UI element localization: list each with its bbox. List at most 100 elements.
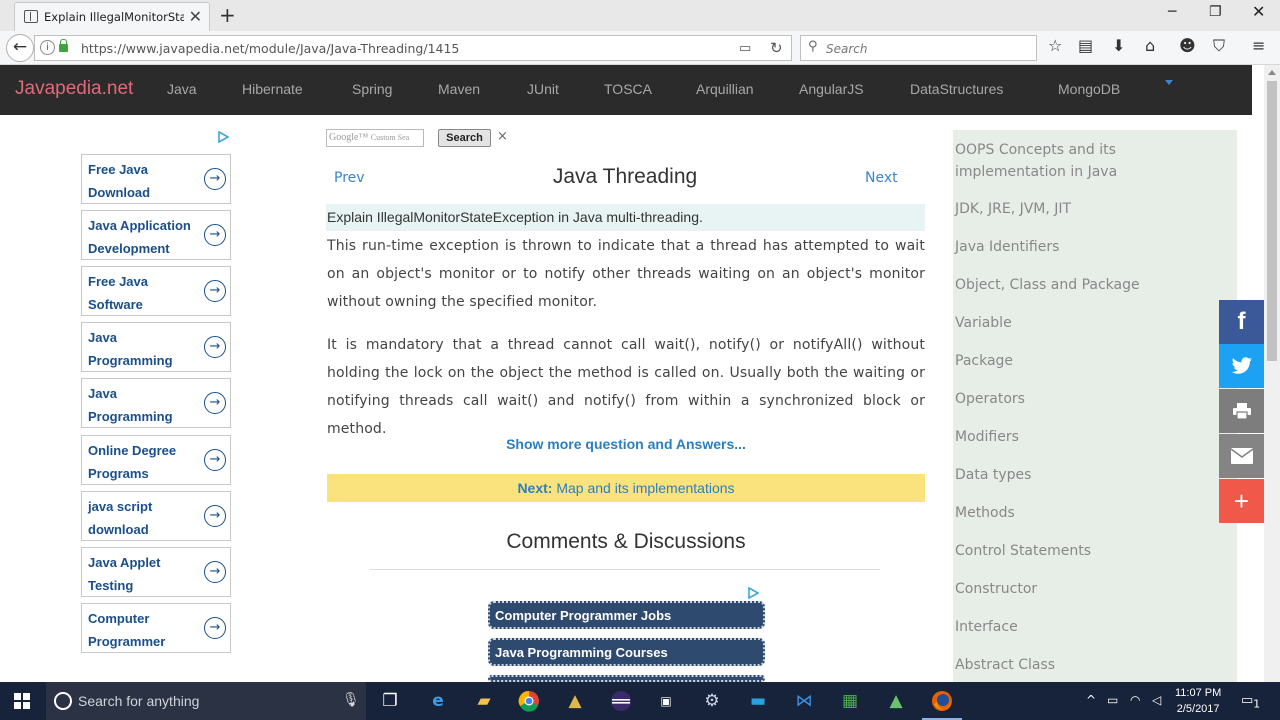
home-icon[interactable]: ⌂ (1145, 36, 1155, 55)
ad-link[interactable]: Online Degree Programs → (81, 435, 231, 485)
bottom-ad-link[interactable]: Java Programming Courses (488, 638, 765, 666)
battery-icon[interactable]: ▭ (1107, 693, 1118, 707)
close-window-button[interactable]: ✕ (1252, 2, 1265, 21)
bottom-ad-link[interactable]: Computer Programmer Jobs (488, 601, 765, 629)
task-view-icon[interactable]: ❐ (376, 687, 404, 715)
show-hidden-icons-icon[interactable]: ^ (1086, 693, 1096, 707)
terminal-icon[interactable]: ▣ (652, 687, 680, 715)
ad-link[interactable]: Java Programming → (81, 322, 231, 372)
reader-view-icon[interactable]: ▭ (739, 41, 751, 56)
ad-link[interactable]: Free Java Download → (81, 154, 231, 204)
minimize-button[interactable]: ─ (1168, 4, 1176, 20)
taskbar-search-box[interactable]: Search for anything 🎙 (46, 682, 366, 720)
twitter-share-button[interactable] (1219, 344, 1264, 388)
edge-icon[interactable]: e (424, 687, 452, 715)
nav-item-arquillian[interactable]: Arquillian (696, 81, 754, 97)
nav-item-mongodb[interactable]: MongoDB (1058, 81, 1120, 97)
next-topic-bar[interactable]: Next: Map and its implementations (327, 474, 925, 502)
chrome-icon[interactable] (515, 687, 543, 715)
next-topic-link[interactable]: Map and its implementations (556, 480, 734, 496)
sidebar-item[interactable]: Java Identifiers (955, 236, 1059, 258)
facebook-share-button[interactable]: f (1219, 300, 1264, 344)
arrow-right-icon: → (204, 449, 226, 471)
app-icon[interactable]: ▦ (836, 687, 864, 715)
sidebar-item[interactable]: Abstract Class (955, 654, 1055, 676)
nav-item-hibernate[interactable]: Hibernate (242, 81, 303, 97)
answer-paragraph: It is mandatory that a thread cannot cal… (327, 337, 925, 437)
more-share-button[interactable]: + (1219, 479, 1264, 523)
adchoices-icon[interactable] (217, 131, 229, 143)
app-icon[interactable]: ▲ (561, 687, 589, 715)
ad-link[interactable]: Java Programming → (81, 378, 231, 428)
sidebar-item[interactable]: Operators (955, 388, 1025, 410)
chat-app-icon[interactable]: ▬ (744, 687, 772, 715)
chat-icon[interactable]: ☻ (1179, 36, 1196, 55)
ad-link[interactable]: Java Application Development → (81, 210, 231, 260)
scroll-thumb[interactable] (1267, 81, 1277, 361)
sidebar-item[interactable]: Object, Class and Package (955, 274, 1140, 296)
taskbar-clock[interactable]: 11:07 PM 2/5/2017 (1175, 685, 1221, 717)
menu-icon[interactable]: ≡ (1252, 36, 1265, 55)
prev-link[interactable]: Prev (334, 170, 365, 186)
nav-item-datastructures[interactable]: DataStructures (910, 81, 1003, 97)
bottom-ad-link[interactable] (488, 675, 765, 682)
email-share-button[interactable] (1219, 434, 1264, 478)
start-button[interactable] (0, 682, 46, 720)
sidebar-item[interactable]: JDK, JRE, JVM, JIT (955, 198, 1071, 220)
notifications-icon[interactable]: ▭1 (1241, 693, 1260, 711)
ad-link[interactable]: java script download → (81, 491, 231, 541)
file-explorer-icon[interactable]: ▰ (470, 687, 498, 715)
url-text[interactable]: https://www.javapedia.net/module/Java/Ja… (81, 41, 459, 56)
sidebar-item[interactable]: Modifiers (955, 426, 1019, 448)
next-link[interactable]: Next (865, 170, 898, 186)
address-bar[interactable]: i https://www.javapedia.net/module/Java/… (34, 35, 792, 61)
nav-item-spring[interactable]: Spring (352, 81, 392, 97)
sidebar-item[interactable]: Package (955, 350, 1013, 372)
microphone-icon[interactable]: 🎙 (342, 692, 360, 708)
close-tab-icon[interactable]: ✕ (189, 7, 202, 26)
info-icon[interactable]: i (40, 40, 55, 55)
page-scrollbar[interactable] (1264, 65, 1280, 682)
volume-icon[interactable]: ◁ (1152, 693, 1161, 707)
sidebar-item[interactable]: OOPS Concepts and its implementation in … (955, 139, 1155, 183)
reload-icon[interactable]: ↻ (770, 39, 783, 57)
nav-item-tosca[interactable]: TOSCA (604, 81, 652, 97)
sidebar-item[interactable]: Data types (955, 464, 1031, 486)
show-more-link[interactable]: Show more question and Answers... (327, 436, 925, 452)
nav-dropdown-caret-icon[interactable] (1165, 80, 1173, 85)
sidebar-item[interactable]: Methods (955, 502, 1015, 524)
eclipse-icon[interactable] (607, 687, 635, 715)
sidebar-item[interactable]: Variable (955, 312, 1012, 334)
browser-tab[interactable]: Explain IllegalMonitorStat... ✕ (14, 2, 210, 31)
scroll-up-arrow-icon[interactable] (1268, 70, 1276, 75)
sidebar-item[interactable]: Interface (955, 616, 1018, 638)
nav-item-java[interactable]: Java (167, 81, 197, 97)
google-search-button[interactable]: Search (438, 129, 491, 147)
download-icon[interactable]: ⬇ (1112, 36, 1125, 55)
adchoices-icon[interactable] (747, 587, 759, 599)
back-button[interactable]: ← (6, 34, 34, 62)
android-studio-icon[interactable]: ▲ (882, 687, 910, 715)
print-share-button[interactable] (1219, 389, 1264, 433)
library-icon[interactable]: ▤ (1078, 36, 1093, 55)
ad-link[interactable]: Computer Programmer → (81, 603, 231, 653)
nav-item-maven[interactable]: Maven (438, 81, 480, 97)
visual-studio-icon[interactable]: ⋈ (790, 687, 818, 715)
nav-item-junit[interactable]: JUnit (527, 81, 559, 97)
google-custom-search-input[interactable]: Google™ Custom Sea (326, 129, 424, 147)
ad-link[interactable]: Java Applet Testing → (81, 547, 231, 597)
wifi-icon[interactable]: ◠ (1130, 693, 1140, 707)
ad-link[interactable]: Free Java Software → (81, 266, 231, 316)
maximize-button[interactable]: ❐ (1209, 4, 1222, 20)
firefox-icon[interactable] (922, 687, 962, 720)
bookmark-star-icon[interactable]: ☆ (1048, 36, 1062, 55)
browser-search-field[interactable]: ⚲ Search (800, 35, 1037, 61)
site-brand[interactable]: Javapedia.net (15, 78, 133, 100)
sidebar-item[interactable]: Control Statements (955, 540, 1091, 562)
sidebar-item[interactable]: Constructor (955, 578, 1037, 600)
pocket-icon[interactable]: ⛉ (1213, 36, 1225, 56)
new-tab-button[interactable]: + (219, 3, 236, 27)
nav-item-angularjs[interactable]: AngularJS (799, 81, 864, 97)
clear-search-icon[interactable]: × (497, 129, 508, 144)
app-icon[interactable]: ⚙ (698, 687, 726, 715)
